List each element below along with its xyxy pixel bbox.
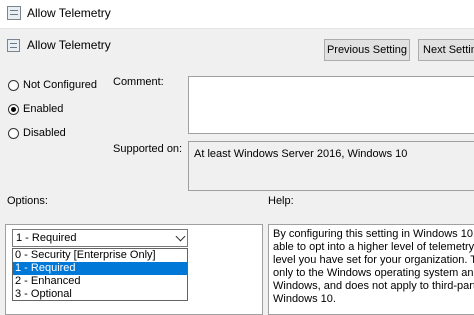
dropdown-option-selected[interactable]: 1 - Required [13, 262, 187, 275]
comment-field[interactable] [188, 76, 474, 134]
help-text-line: By configuring this setting in Windows 1… [273, 228, 474, 240]
options-label: Options: [7, 195, 48, 207]
radio-button-checked[interactable] [8, 103, 19, 115]
radio-button[interactable] [8, 79, 19, 91]
telemetry-level-dropdown: 0 - Security [Enterprise Only] 1 - Requi… [12, 248, 188, 301]
comment-label: Comment: [113, 76, 164, 88]
radio-label: Disabled [23, 127, 66, 139]
help-text-line: Windows 10. [273, 293, 336, 305]
previous-setting-button[interactable]: Previous Setting [324, 39, 410, 61]
dropdown-option[interactable]: 0 - Security [Enterprise Only] [13, 249, 187, 262]
dropdown-option[interactable]: 3 - Optional [13, 288, 187, 301]
window-title: Allow Telemetry [27, 6, 111, 20]
radio-label: Enabled [23, 103, 64, 115]
chevron-down-icon[interactable] [175, 231, 186, 242]
next-setting-button[interactable]: Next Setting [418, 39, 474, 61]
radio-disabled[interactable]: Disabled [8, 127, 66, 139]
supported-on-value: At least Windows Server 2016, Windows 10 [194, 148, 408, 160]
radio-not-configured[interactable]: Not Configured [8, 79, 97, 91]
supported-on-label: Supported on: [113, 143, 183, 155]
select-value: 1 - Required [16, 232, 77, 244]
radio-enabled[interactable]: Enabled [8, 103, 63, 115]
title-bar: Allow Telemetry [0, 0, 474, 29]
policy-window-icon [7, 6, 21, 20]
policy-name: Allow Telemetry [27, 38, 111, 52]
dropdown-option[interactable]: 2 - Enhanced [13, 275, 187, 288]
help-label: Help: [268, 195, 294, 207]
help-text-line: able to opt into a higher level of telem… [273, 241, 474, 253]
radio-label: Not Configured [23, 79, 97, 91]
policy-setting-icon [7, 39, 20, 52]
help-text-line: only to the Windows operating system and… [273, 267, 474, 279]
telemetry-level-select[interactable]: 1 - Required [12, 229, 188, 247]
supported-on-field: At least Windows Server 2016, Windows 10 [188, 141, 474, 191]
help-text-line: Windows, and does not apply to third-par… [273, 280, 474, 292]
help-pane: By configuring this setting in Windows 1… [268, 224, 474, 315]
help-text-line: level you have set for your organization… [273, 254, 474, 266]
radio-button[interactable] [8, 127, 19, 139]
